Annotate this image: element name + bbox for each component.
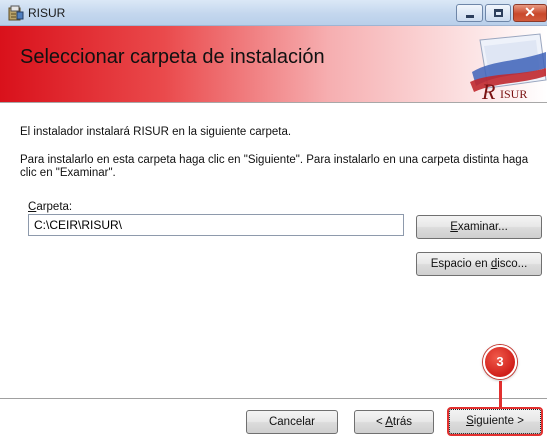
disk-space-label-pre: Espacio en bbox=[430, 258, 491, 270]
back-label-pre: < bbox=[375, 416, 386, 428]
step-pointer-line bbox=[499, 381, 502, 407]
next-label-rest: iguiente > bbox=[473, 415, 524, 427]
disk-space-label-rest: isco... bbox=[497, 258, 528, 270]
intro-text: El instalador instalará RISUR en la sigu… bbox=[20, 126, 292, 138]
window-title: RISUR bbox=[28, 6, 66, 20]
folder-label-text: arpeta: bbox=[36, 201, 73, 213]
browse-button[interactable]: Examinar... bbox=[416, 215, 542, 239]
maximize-icon bbox=[494, 9, 503, 17]
back-button[interactable]: < Atrás bbox=[354, 410, 434, 434]
maximize-button[interactable] bbox=[485, 4, 511, 22]
app-installer-icon bbox=[8, 5, 24, 21]
page-title: Seleccionar carpeta de instalación bbox=[20, 46, 325, 68]
step-badge: 3 bbox=[483, 345, 517, 379]
risur-logo: R ISUR bbox=[470, 33, 547, 102]
close-button[interactable]: ✕ bbox=[513, 4, 547, 22]
minimize-icon bbox=[466, 15, 474, 18]
next-focus-rect: Siguiente > bbox=[449, 409, 541, 434]
browse-mnemonic: E bbox=[450, 221, 458, 233]
minimize-button[interactable] bbox=[456, 4, 483, 22]
footer-separator bbox=[0, 398, 547, 400]
header-banner: Seleccionar carpeta de instalación R ISU… bbox=[0, 26, 547, 103]
svg-text:R: R bbox=[481, 79, 496, 102]
next-mnemonic: S bbox=[466, 415, 474, 427]
next-button[interactable]: Siguiente > bbox=[447, 407, 543, 436]
folder-path-input[interactable]: C:\CEIR\RISUR\ bbox=[28, 214, 404, 236]
back-mnemonic: A bbox=[385, 416, 393, 428]
cancel-button[interactable]: Cancelar bbox=[246, 410, 338, 434]
title-bar: RISUR ✕ bbox=[0, 0, 547, 26]
back-label-rest: trás bbox=[392, 416, 413, 428]
instructions-text: Para instalarlo en esta carpeta haga cli… bbox=[20, 154, 529, 179]
close-icon: ✕ bbox=[524, 4, 536, 20]
svg-text:ISUR: ISUR bbox=[500, 87, 527, 101]
folder-label: Carpeta: bbox=[28, 201, 72, 213]
browse-label: xaminar... bbox=[457, 221, 508, 233]
disk-space-button[interactable]: Espacio en disco... bbox=[416, 252, 542, 276]
